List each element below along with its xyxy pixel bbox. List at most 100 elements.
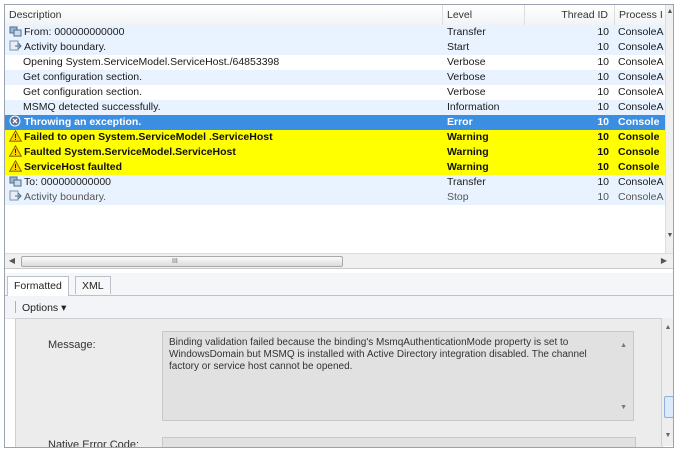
trace-row[interactable]: To: 000000000000 Transfer 10 ConsoleA [5,175,665,190]
chevron-down-icon: ▾ [61,302,67,314]
warning-icon [9,160,22,172]
detail-vertical-scrollbar[interactable]: ▲ ▼ [661,318,673,446]
row-process: ConsoleA [618,86,664,98]
row-thread-id: 10 [597,191,609,203]
row-description: Failed to open System.ServiceModel .Serv… [24,131,273,143]
list-horizontal-scrollbar[interactable]: ◀ III ▶ [5,253,673,269]
scroll-down-icon[interactable]: ▼ [666,231,673,241]
detail-toolbar: Options ▾ [5,296,673,319]
row-level: Stop [447,191,469,203]
trace-row[interactable]: From: 000000000000 Transfer 10 ConsoleA [5,25,665,40]
row-description: ServiceHost faulted [24,161,123,173]
scroll-up-icon[interactable]: ▲ [666,7,673,17]
row-process: ConsoleA [618,101,664,113]
row-thread-id: 10 [597,176,609,188]
row-level: Verbose [447,56,486,68]
message-text: Binding validation failed because the bi… [169,337,587,372]
transfer-icon [9,26,22,37]
row-description: To: 000000000000 [24,176,111,188]
row-process: Console [618,131,660,143]
options-menu[interactable]: Options ▾ [15,300,66,316]
row-process: ConsoleA [618,176,664,188]
row-description: Activity boundary. [24,41,107,53]
list-vertical-scrollbar[interactable]: ▲ ▼ [665,5,673,253]
row-description: From: 000000000000 [24,26,125,38]
scroll-up-icon[interactable]: ▲ [620,340,627,352]
trace-row[interactable]: Get configuration section. Verbose 10 Co… [5,70,665,85]
trace-viewer: Description Level Thread ID Process I Fr… [4,4,674,448]
native-error-code-field[interactable] [162,437,636,447]
row-level: Warning [447,146,489,158]
detail-tabs: Formatted XML [5,273,673,296]
column-header-thread-id[interactable]: Thread ID [525,5,615,25]
row-thread-id: 10 [597,26,609,38]
detail-pane: Message: Binding validation failed becau… [15,318,663,448]
scroll-down-icon[interactable]: ▼ [662,432,673,439]
row-description: Get configuration section. [23,86,143,98]
trace-row[interactable]: MSMQ detected successfully. Information … [5,100,665,115]
list-header: Description Level Thread ID Process I [5,5,665,26]
warning-icon [9,145,22,157]
row-process: ConsoleA [618,191,664,203]
toolbar-separator [15,301,16,313]
row-level: Verbose [447,71,486,83]
scroll-right-icon[interactable]: ▶ [657,254,671,268]
native-error-code-label: Native Error Code: [48,439,140,448]
trace-list: Description Level Thread ID Process I Fr… [5,5,665,253]
trace-row-selected[interactable]: Throwing an exception. Error 10 Console [5,115,665,130]
row-process: ConsoleA [618,71,664,83]
activity-icon [9,40,22,51]
scrollbar-thumb[interactable] [664,396,673,418]
scrollbar-grip: III [172,258,178,265]
transfer-icon [9,176,22,187]
row-description: Get configuration section. [23,71,143,83]
message-textbox[interactable]: Binding validation failed because the bi… [162,331,634,421]
row-process: Console [618,116,660,128]
trace-row[interactable]: ServiceHost faulted Warning 10 Console [5,160,665,175]
error-icon [9,115,21,127]
scroll-up-icon[interactable]: ▲ [662,324,673,331]
row-description: Faulted System.ServiceModel.ServiceHost [24,146,236,158]
column-header-level[interactable]: Level [443,5,525,25]
row-description: Opening System.ServiceModel.ServiceHost.… [23,56,280,68]
row-description: MSMQ detected successfully. [23,101,161,113]
scrollbar-thumb[interactable]: III [21,256,343,267]
row-level: Transfer [447,26,486,38]
row-thread-id: 10 [597,86,609,98]
activity-icon [9,190,22,201]
options-label: Options [22,302,59,314]
row-process: Console [618,146,660,158]
row-process: ConsoleA [618,41,664,53]
row-description: Throwing an exception. [24,116,142,128]
trace-row[interactable]: Failed to open System.ServiceModel .Serv… [5,130,665,145]
trace-row[interactable]: Faulted System.ServiceModel.ServiceHost … [5,145,665,160]
row-thread-id: 10 [597,101,609,113]
scroll-down-icon[interactable]: ▼ [620,402,627,414]
message-label: Message: [48,339,96,351]
row-level: Start [447,41,470,53]
row-level: Transfer [447,176,486,188]
row-thread-id: 10 [597,56,609,68]
row-level: Warning [447,131,489,143]
row-thread-id: 10 [597,131,609,143]
trace-row[interactable]: Activity boundary. Start 10 ConsoleA [5,40,665,55]
tab-formatted[interactable]: Formatted [7,276,69,296]
row-thread-id: 10 [597,41,609,53]
row-level: Verbose [447,86,486,98]
column-header-process[interactable]: Process I [615,5,665,25]
row-thread-id: 10 [597,161,609,173]
row-level: Information [447,101,500,113]
row-description: Activity boundary. [24,191,107,203]
warning-icon [9,130,22,142]
row-thread-id: 10 [597,116,609,128]
tab-xml[interactable]: XML [75,276,111,294]
trace-row[interactable]: Activity boundary. Stop 10 ConsoleA [5,190,665,205]
row-thread-id: 10 [597,71,609,83]
trace-row[interactable]: Get configuration section. Verbose 10 Co… [5,85,665,100]
row-process: ConsoleA [618,56,664,68]
column-header-description[interactable]: Description [5,5,443,25]
trace-row[interactable]: Opening System.ServiceModel.ServiceHost.… [5,55,665,70]
row-level: Warning [447,161,489,173]
row-process: Console [618,161,660,173]
scroll-left-icon[interactable]: ◀ [5,254,19,268]
